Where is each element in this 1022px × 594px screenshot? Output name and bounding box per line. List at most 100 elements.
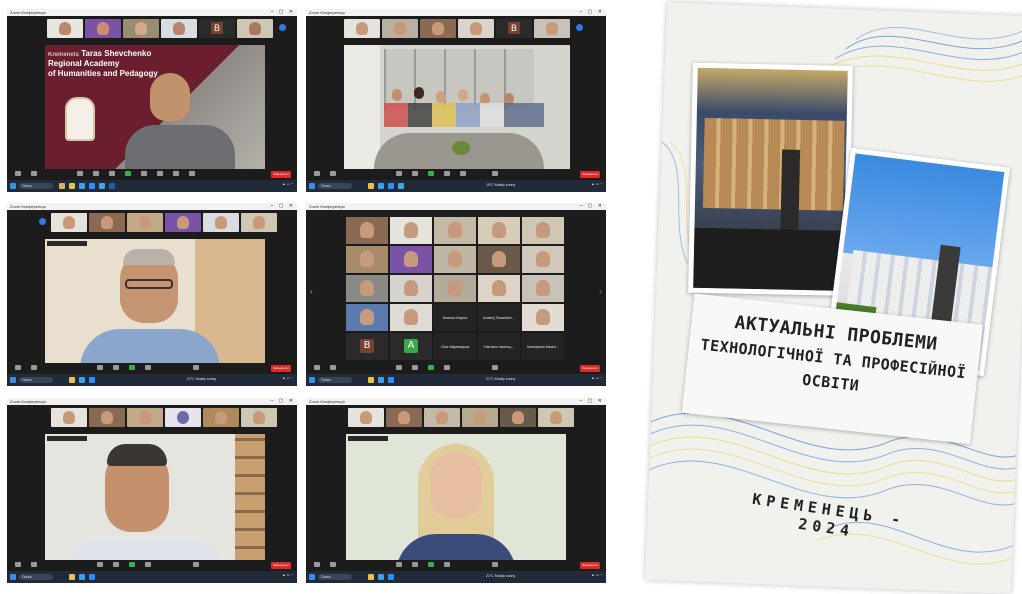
next-page-icon[interactable]	[279, 24, 286, 31]
gallery-tile[interactable]	[522, 246, 564, 273]
microphone-icon[interactable]	[15, 365, 21, 370]
more-icon[interactable]	[492, 562, 498, 567]
microphone-icon[interactable]	[15, 562, 21, 567]
participants-icon[interactable]	[97, 365, 103, 370]
camera-icon[interactable]	[330, 365, 336, 370]
microphone-icon[interactable]	[314, 171, 320, 176]
participant-thumb[interactable]	[348, 408, 384, 427]
participant-thumb[interactable]	[344, 19, 380, 38]
more-icon[interactable]	[189, 171, 195, 176]
gallery-tile[interactable]	[346, 304, 388, 331]
start-icon[interactable]	[309, 183, 315, 189]
camera-icon[interactable]	[31, 171, 37, 176]
weather-widget[interactable]: 21°C Mostly sunny	[486, 574, 515, 578]
more-icon[interactable]	[492, 171, 498, 176]
camera-icon[interactable]	[31, 365, 37, 370]
participant-thumb[interactable]	[500, 408, 536, 427]
record-icon[interactable]	[444, 562, 450, 567]
name-tile[interactable]: Andrej Tavardzh...	[478, 304, 520, 331]
record-icon[interactable]	[145, 562, 151, 567]
taskbar-search[interactable]: Поиск	[19, 574, 53, 580]
start-icon[interactable]	[10, 183, 16, 189]
browser-icon[interactable]	[378, 377, 384, 383]
leave-button[interactable]: Завершити	[580, 365, 600, 372]
telegram-icon[interactable]	[398, 183, 404, 189]
taskbar-search[interactable]: Поиск	[318, 377, 352, 383]
explorer-icon[interactable]	[69, 377, 75, 383]
zoom-app-icon[interactable]	[388, 574, 394, 580]
participant-thumb[interactable]	[47, 19, 83, 38]
participant-thumb[interactable]	[420, 19, 456, 38]
gallery-tile[interactable]	[522, 304, 564, 331]
participant-thumb[interactable]	[165, 408, 201, 427]
explorer-icon[interactable]	[368, 377, 374, 383]
chat-icon[interactable]	[412, 365, 418, 370]
camera-icon[interactable]	[31, 562, 37, 567]
widgets-icon[interactable]	[59, 183, 65, 189]
participant-thumb[interactable]	[203, 408, 239, 427]
participant-thumb[interactable]	[127, 213, 163, 232]
share-screen-icon[interactable]	[129, 365, 135, 370]
window-controls[interactable]: – ▢ ✕	[271, 203, 295, 210]
gallery-tile[interactable]	[390, 246, 432, 273]
participants-icon[interactable]	[396, 171, 402, 176]
participants-icon[interactable]	[97, 562, 103, 567]
taskbar-search[interactable]: Поиск	[318, 574, 352, 580]
participants-icon[interactable]	[93, 171, 99, 176]
participants-icon[interactable]	[396, 365, 402, 370]
record-icon[interactable]	[141, 171, 147, 176]
taskbar-search[interactable]: Поиск	[318, 183, 352, 189]
zoom-app-icon[interactable]	[388, 377, 394, 383]
gallery-tile[interactable]	[478, 246, 520, 273]
gallery-tile[interactable]	[346, 246, 388, 273]
gallery-tile[interactable]	[434, 246, 476, 273]
browser-icon[interactable]	[378, 183, 384, 189]
participant-thumb[interactable]	[127, 408, 163, 427]
zoom-app-icon[interactable]	[89, 574, 95, 580]
chat-icon[interactable]	[113, 562, 119, 567]
participant-thumb[interactable]	[165, 213, 201, 232]
leave-button[interactable]: Завершити	[580, 171, 600, 178]
chat-icon[interactable]	[113, 365, 119, 370]
reactions-icon[interactable]	[460, 171, 466, 176]
reactions-icon[interactable]	[157, 171, 163, 176]
name-tile[interactable]: Наталя Ільниц...	[478, 333, 520, 360]
gallery-tile[interactable]	[390, 217, 432, 244]
participant-thumb[interactable]	[51, 408, 87, 427]
taskbar-search[interactable]: Поиск	[19, 183, 53, 189]
gallery-next-icon[interactable]: ›	[599, 287, 602, 296]
share-screen-icon[interactable]	[428, 171, 434, 176]
security-icon[interactable]	[77, 171, 83, 176]
leave-button[interactable]: Завершити	[271, 365, 291, 372]
participant-thumb[interactable]	[85, 19, 121, 38]
explorer-icon[interactable]	[69, 574, 75, 580]
participant-thumb[interactable]	[458, 19, 494, 38]
start-icon[interactable]	[309, 574, 315, 580]
leave-button[interactable]: Завершити	[271, 562, 291, 569]
zoom-app-icon[interactable]	[89, 377, 95, 383]
gallery-tile[interactable]	[478, 217, 520, 244]
microphone-icon[interactable]	[314, 562, 320, 567]
zoom-app-icon[interactable]	[89, 183, 95, 189]
weather-widget[interactable]: 21°C Mostly sunny	[187, 377, 216, 381]
participant-thumb[interactable]	[424, 408, 460, 427]
participant-thumb[interactable]	[89, 213, 125, 232]
gallery-tile[interactable]	[390, 304, 432, 331]
more-icon[interactable]	[193, 365, 199, 370]
more-icon[interactable]	[193, 562, 199, 567]
participant-thumb[interactable]	[237, 19, 273, 38]
telegram-icon[interactable]	[99, 183, 105, 189]
chat-icon[interactable]	[109, 171, 115, 176]
leave-button[interactable]: Завершити	[271, 171, 291, 178]
participant-thumb[interactable]	[203, 213, 239, 232]
participant-thumb[interactable]	[241, 408, 277, 427]
explorer-icon[interactable]	[368, 574, 374, 580]
explorer-icon[interactable]	[368, 183, 374, 189]
letter-tile[interactable]: B	[346, 333, 388, 360]
participant-thumb[interactable]	[161, 19, 197, 38]
gallery-tile[interactable]	[346, 275, 388, 302]
window-controls[interactable]: – ▢ ✕	[580, 398, 604, 405]
name-tile[interactable]: Катерина Кияні...	[522, 333, 564, 360]
share-screen-icon[interactable]	[428, 365, 434, 370]
window-controls[interactable]: – ▢ ✕	[580, 9, 604, 16]
